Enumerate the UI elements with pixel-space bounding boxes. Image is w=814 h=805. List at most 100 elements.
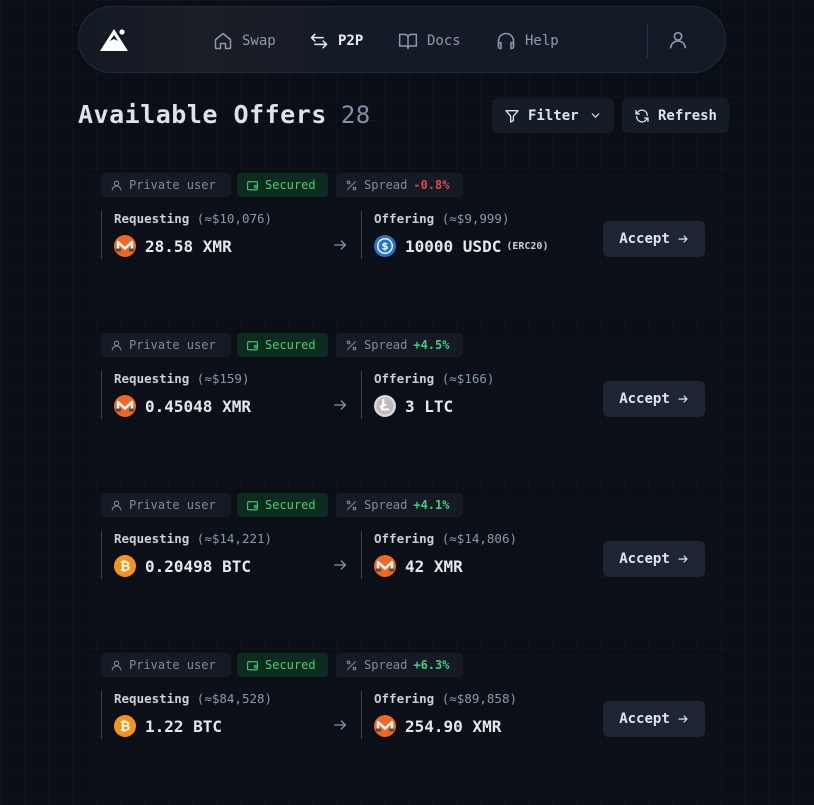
nav-item-label: Swap — [242, 33, 276, 49]
nav-divider — [647, 23, 648, 58]
private-user-tag: Private user — [101, 493, 231, 517]
offering-label: Offering (≈$166) — [374, 371, 495, 386]
percent-icon — [346, 340, 357, 350]
offer-count: 28 — [340, 101, 371, 129]
offering-label: Offering (≈$89,858) — [374, 691, 518, 706]
monero-icon — [114, 235, 136, 257]
offering-side: Offering (≈$89,858) 254.90 XMR — [361, 691, 517, 739]
offer-card: Private user Secured Spread -0.8% Reques… — [86, 173, 724, 319]
nav-item-swap[interactable]: Swap — [213, 29, 276, 53]
offering-amount-row: 42 XMR — [374, 555, 517, 577]
private-user-label: Private user — [129, 178, 216, 192]
accept-label: Accept — [619, 231, 670, 247]
wallet-icon — [247, 340, 258, 350]
spread-tag: Spread +4.1% — [336, 493, 463, 517]
arrow-right-icon — [678, 235, 688, 243]
spread-tag: Spread -0.8% — [336, 173, 463, 197]
arrow-right-icon — [334, 400, 346, 410]
requesting-usd: (≈$84,528) — [196, 691, 273, 706]
accept-button[interactable]: Accept — [603, 701, 705, 737]
offering-amount: 254.90 XMR — [405, 716, 502, 736]
nav-item-label: P2P — [338, 33, 364, 49]
offer-card: Private user Secured Spread +4.5% Reques… — [86, 333, 724, 479]
book-icon — [398, 33, 418, 50]
filter-label: Filter — [528, 107, 579, 124]
spread-label: Spread — [364, 338, 408, 352]
percent-icon — [346, 500, 357, 510]
offering-amount-row: 3 LTC — [374, 395, 494, 417]
requesting-side: Requesting (≈$159) 0.45048 XMR — [101, 371, 251, 419]
top-nav: Swap P2P Docs Help — [78, 6, 726, 73]
user-icon — [111, 500, 122, 510]
user-icon — [111, 660, 122, 670]
nav-item-p2p[interactable]: P2P — [309, 29, 363, 53]
offering-usd: (≈$89,858) — [441, 691, 518, 706]
accept-button[interactable]: Accept — [603, 381, 705, 417]
spread-label: Spread — [364, 658, 408, 672]
nav-item-help[interactable]: Help — [496, 29, 559, 53]
arrow-right-icon — [334, 720, 346, 730]
filter-button[interactable]: Filter — [492, 98, 614, 133]
secured-tag: Secured — [237, 653, 328, 677]
nav-item-docs[interactable]: Docs — [398, 29, 461, 53]
spread-value: +4.1% — [413, 498, 450, 512]
nav-item-label: Help — [525, 33, 559, 49]
spread-value: +6.3% — [413, 658, 450, 672]
refresh-button[interactable]: Refresh — [622, 98, 729, 133]
requesting-label: Requesting (≈$159) — [114, 371, 250, 386]
accept-label: Accept — [619, 551, 670, 567]
accept-button[interactable]: Accept — [603, 541, 705, 577]
offering-side: Offering (≈$166) 3 LTC — [361, 371, 494, 419]
funnel-icon — [505, 109, 519, 123]
offering-amount: 10000 USDC — [405, 236, 502, 256]
home-icon — [214, 32, 232, 50]
secured-label: Secured — [265, 178, 316, 192]
user-icon — [111, 180, 122, 190]
refresh-icon — [635, 108, 649, 123]
offering-usd: (≈$9,999) — [441, 211, 510, 226]
private-user-label: Private user — [129, 658, 216, 672]
refresh-label: Refresh — [657, 107, 717, 124]
accept-label: Accept — [619, 711, 670, 727]
page-title: Available Offers 28 — [78, 100, 371, 129]
requesting-label: Requesting (≈$84,528) — [114, 691, 273, 706]
requesting-amount: 1.22 BTC — [145, 716, 223, 736]
spread-tag: Spread +4.5% — [336, 333, 463, 357]
monero-icon — [374, 555, 396, 577]
user-icon — [111, 340, 122, 350]
spread-value: -0.8% — [413, 178, 450, 192]
requesting-side: Requesting (≈$84,528) ₿ 1.22 BTC — [101, 691, 272, 739]
offering-side: Offering (≈$14,806) 42 XMR — [361, 531, 517, 579]
logo-icon[interactable] — [98, 27, 130, 53]
offering-usd: (≈$166) — [441, 371, 495, 386]
accept-label: Accept — [619, 391, 670, 407]
offer-card: Private user Secured Spread +6.3% Reques… — [86, 653, 724, 799]
requesting-label: Requesting (≈$14,221) — [114, 531, 273, 546]
offering-amount: 3 LTC — [405, 396, 454, 416]
requesting-amount: 0.20498 BTC — [145, 556, 251, 576]
private-user-label: Private user — [129, 498, 216, 512]
wallet-icon — [247, 180, 258, 190]
nav-item-label: Docs — [427, 33, 461, 49]
usdc-icon: $ — [374, 235, 396, 257]
monero-icon — [374, 715, 396, 737]
accept-button[interactable]: Accept — [603, 221, 705, 257]
user-icon[interactable] — [667, 29, 689, 51]
requesting-amount-row: ₿ 0.20498 BTC — [114, 555, 272, 577]
offer-card: Private user Secured Spread +4.1% Reques… — [86, 493, 724, 639]
secured-label: Secured — [265, 658, 316, 672]
requesting-label: Requesting (≈$10,076) — [114, 211, 273, 226]
offering-usd: (≈$14,806) — [441, 531, 518, 546]
private-user-tag: Private user — [101, 333, 231, 357]
spread-label: Spread — [364, 178, 408, 192]
swap-arrows-icon — [310, 33, 328, 49]
wallet-icon — [247, 660, 258, 670]
arrow-right-icon — [678, 715, 688, 723]
offering-amount: 42 XMR — [405, 556, 463, 576]
requesting-amount: 28.58 XMR — [145, 236, 232, 256]
page-title-text: Available Offers — [78, 100, 327, 129]
requesting-usd: (≈$10,076) — [196, 211, 273, 226]
bitcoin-icon: ₿ — [114, 555, 136, 577]
requesting-side: Requesting (≈$10,076) 28.58 XMR — [101, 211, 272, 259]
wallet-icon — [247, 500, 258, 510]
